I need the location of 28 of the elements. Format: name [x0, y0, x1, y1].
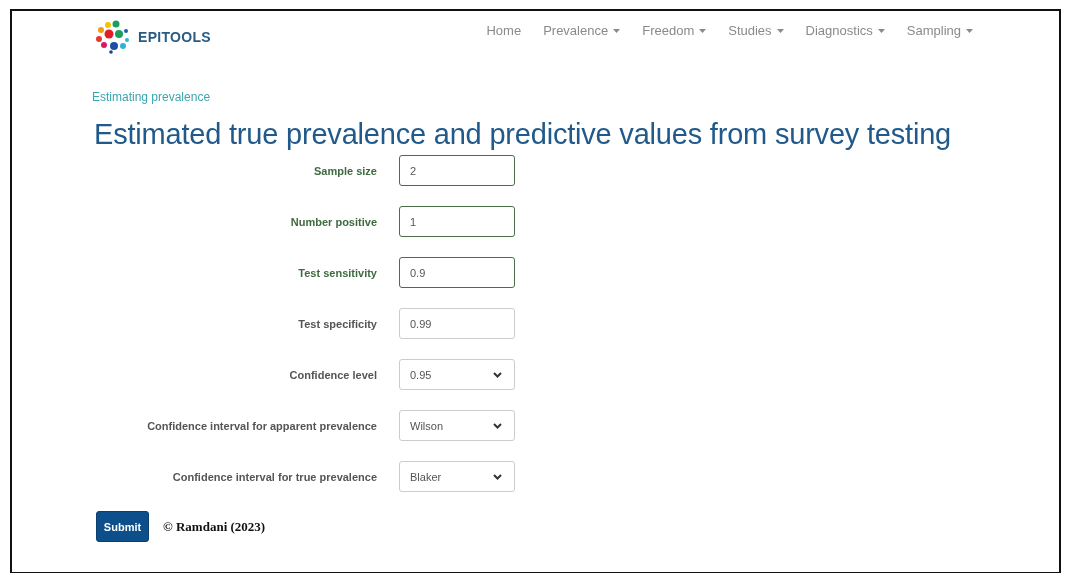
select-field[interactable]: Blaker [399, 461, 515, 492]
page-heading: Estimated true prevalence and predictive values from survey testing [94, 118, 953, 151]
nav-link[interactable]: Freedom [642, 23, 707, 38]
field-label: Test specificity [297, 317, 377, 330]
field-label: Sample size [313, 164, 377, 177]
select-field[interactable]: 0.95 [399, 359, 515, 390]
logo-icon [95, 20, 132, 54]
submit-button[interactable]: Submit [96, 511, 149, 542]
input-field[interactable]: 0.9 [399, 257, 515, 288]
nav-link[interactable]: Home [486, 23, 522, 38]
chevron-icon [493, 422, 502, 429]
input-field[interactable]: 0.99 [399, 308, 515, 339]
logo-text[interactable]: EPITOOLS [138, 29, 211, 45]
select-field[interactable]: Wilson [399, 410, 515, 441]
nav-link[interactable]: Diagnostics [805, 23, 885, 38]
field-label: Confidence level [288, 368, 377, 381]
field-label: Test sensitivity [297, 266, 377, 279]
chevron-icon [493, 473, 502, 480]
chevron-icon [493, 371, 502, 378]
input-field[interactable]: 1 [399, 206, 515, 237]
field-label: Confidence interval for apparent prevalence [146, 419, 377, 432]
nav-link[interactable]: Sampling [906, 23, 973, 38]
field-label: Confidence interval for true prevalence [171, 470, 377, 483]
copyright-text: © Ramdani (2023) [163, 518, 266, 535]
nav-link[interactable]: Prevalence [543, 23, 621, 38]
nav-link[interactable]: Studies [728, 23, 784, 38]
field-label: Number positive [289, 215, 377, 228]
input-field[interactable]: 2 [399, 155, 515, 186]
